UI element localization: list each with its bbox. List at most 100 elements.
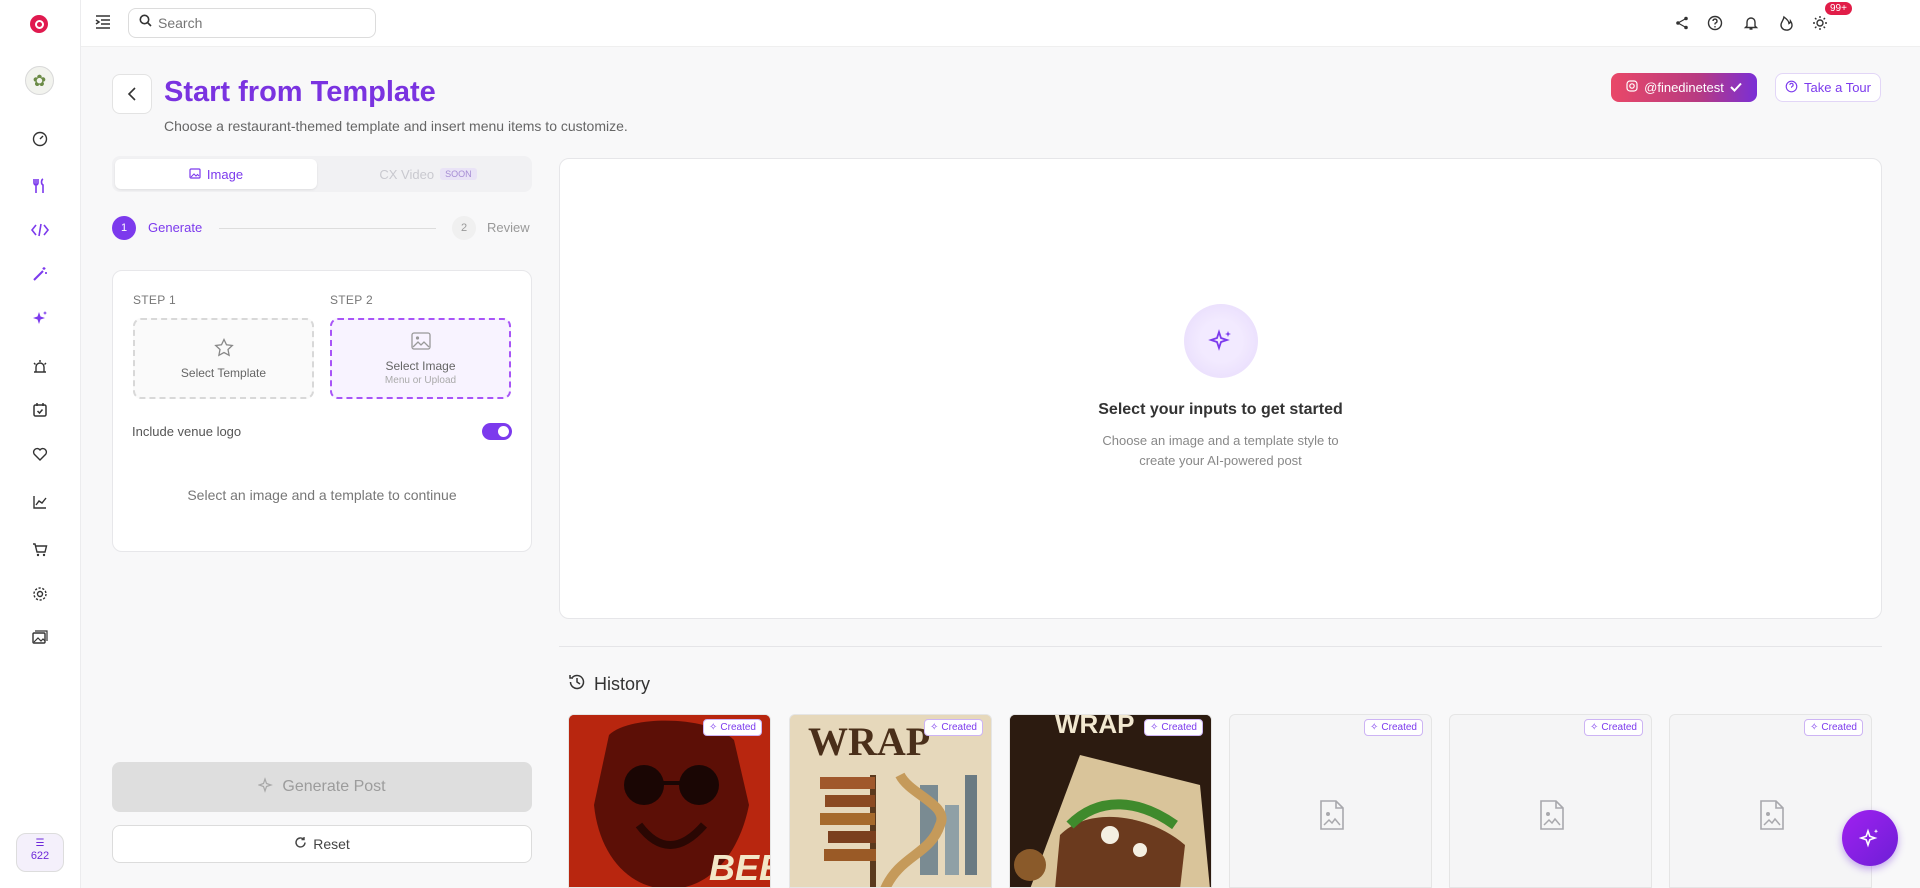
sparkles-icon: ✧ [1370,722,1379,733]
bell-icon[interactable] [1740,12,1762,34]
credits-count: 622 [30,850,50,862]
select-image-button[interactable]: Select Image Menu or Upload [330,318,511,399]
preview-subtitle-line-2: create your AI-powered post [1139,453,1302,468]
share-icon[interactable] [1671,12,1693,34]
tab-video-label: CX Video [379,166,435,182]
file-image-icon [1539,799,1565,836]
history-title: History [594,674,651,694]
reset-label: Reset [313,836,350,852]
back-button[interactable] [112,74,152,114]
file-image-icon [1759,799,1785,836]
media-type-tabs: Image CX Video SOON [112,156,532,192]
step-1-label: Generate [148,220,203,235]
calendar-check-icon[interactable] [28,398,52,422]
ai-assistant-fab[interactable] [1842,810,1898,866]
search-input[interactable] [158,15,358,31]
svg-text:BEEF: BEEF [709,847,771,888]
page-subtitle: Choose a restaurant-themed template and … [164,118,628,134]
history-image: WRAP [1010,715,1211,887]
select-template-button[interactable]: Select Template [133,318,314,399]
magic-wand-icon[interactable] [28,262,52,286]
soon-badge: SOON [440,168,477,180]
created-badge: ✧ Created [703,719,762,736]
credits-badge[interactable]: ☰ 622 [16,833,64,872]
alarm-icon[interactable] [28,355,52,379]
sparkles-icon: ✧ [1810,722,1819,733]
cart-icon[interactable] [28,538,52,562]
dashboard-icon[interactable] [28,127,52,151]
database-icon: ☰ [35,838,45,849]
history-image: BEEF [569,715,771,888]
code-icon[interactable] [28,218,52,242]
help-circle-icon [1785,80,1798,96]
flame-icon[interactable] [1775,12,1797,34]
sidebar: ✿ ☰ 622 [0,0,81,888]
history-item[interactable]: WRAP ✧ Created [1009,714,1212,888]
step-2-caption: STEP 2 [330,293,373,307]
take-tour-button[interactable]: Take a Tour [1775,73,1881,102]
preview-panel: Select your inputs to get started Choose… [559,158,1882,619]
star-icon [213,337,234,360]
menu-toggle-icon[interactable] [95,15,113,31]
select-image-sub: Menu or Upload [384,374,457,386]
sparkles-icon[interactable] [28,306,52,330]
history-item[interactable]: ✧ Created [1449,714,1652,888]
created-badge: ✧ Created [1364,719,1423,736]
image-placeholder-icon [410,331,431,353]
sparkles-icon [257,776,274,798]
search-box[interactable] [128,8,376,38]
page-title: Start from Template [164,76,436,108]
search-icon [139,14,152,32]
tab-image[interactable]: Image [115,159,317,189]
history-item[interactable]: ✧ Created [1229,714,1432,888]
progress-stepper: 1 Generate 2 Review [112,216,532,240]
sparkles-icon: ✧ [1150,722,1159,733]
chart-line-icon[interactable] [28,490,52,514]
select-image-label: Select Image [385,358,456,373]
svg-text:WRAP: WRAP [808,719,930,764]
heart-icon[interactable] [28,442,52,466]
instagram-icon [1626,80,1638,95]
created-badge: ✧ Created [1144,719,1203,736]
history-item[interactable]: WRAP ✧ Created [789,714,992,888]
refresh-icon [294,836,307,852]
instagram-account-button[interactable]: @finedinetest [1611,73,1757,102]
step-2-label: Review [487,220,530,235]
preview-title: Select your inputs to get started [1098,401,1343,418]
chevron-left-icon [127,87,136,101]
preview-subtitle-line-1: Choose an image and a template style to [1102,433,1339,448]
created-badge: ✧ Created [924,719,983,736]
history-item[interactable]: BEEF ✧Created [568,714,771,888]
step-1-number: 1 [112,216,136,240]
utensils-icon[interactable] [28,174,52,198]
topbar: 99+ FD [81,0,1920,47]
sparkles-icon: ✧ [709,722,718,733]
sparkles-icon [1859,828,1879,848]
step-2-number: 2 [452,216,476,240]
tab-cx-video[interactable]: CX Video SOON [327,159,529,189]
gear-icon[interactable] [28,582,52,606]
include-logo-toggle[interactable] [482,423,512,440]
reset-button[interactable]: Reset [112,825,532,863]
check-icon [1730,80,1742,95]
tab-image-label: Image [206,166,244,182]
history-item[interactable]: ✧ Created [1669,714,1872,888]
stepper-line [219,228,436,229]
section-divider [559,646,1882,647]
file-image-icon [1319,799,1345,836]
gallery-icon[interactable] [28,626,52,650]
sun-icon[interactable] [1809,12,1831,34]
preview-subtitle: Choose an image and a template style to … [560,431,1881,471]
venue-avatar[interactable]: ✿ [25,66,54,95]
svg-text:WRAP: WRAP [1055,715,1134,739]
history-image: WRAP [790,715,991,887]
brand-logo[interactable] [30,15,48,33]
continue-hint: Select an image and a template to contin… [187,487,457,503]
help-icon[interactable] [1704,12,1726,34]
ai-sparkle-icon [1184,304,1258,378]
generate-label: Generate Post [282,778,386,795]
sparkles-icon: ✧ [930,722,939,733]
image-icon [189,167,201,182]
instagram-handle: @finedinetest [1644,80,1724,95]
generate-post-button[interactable]: Generate Post [112,762,532,812]
